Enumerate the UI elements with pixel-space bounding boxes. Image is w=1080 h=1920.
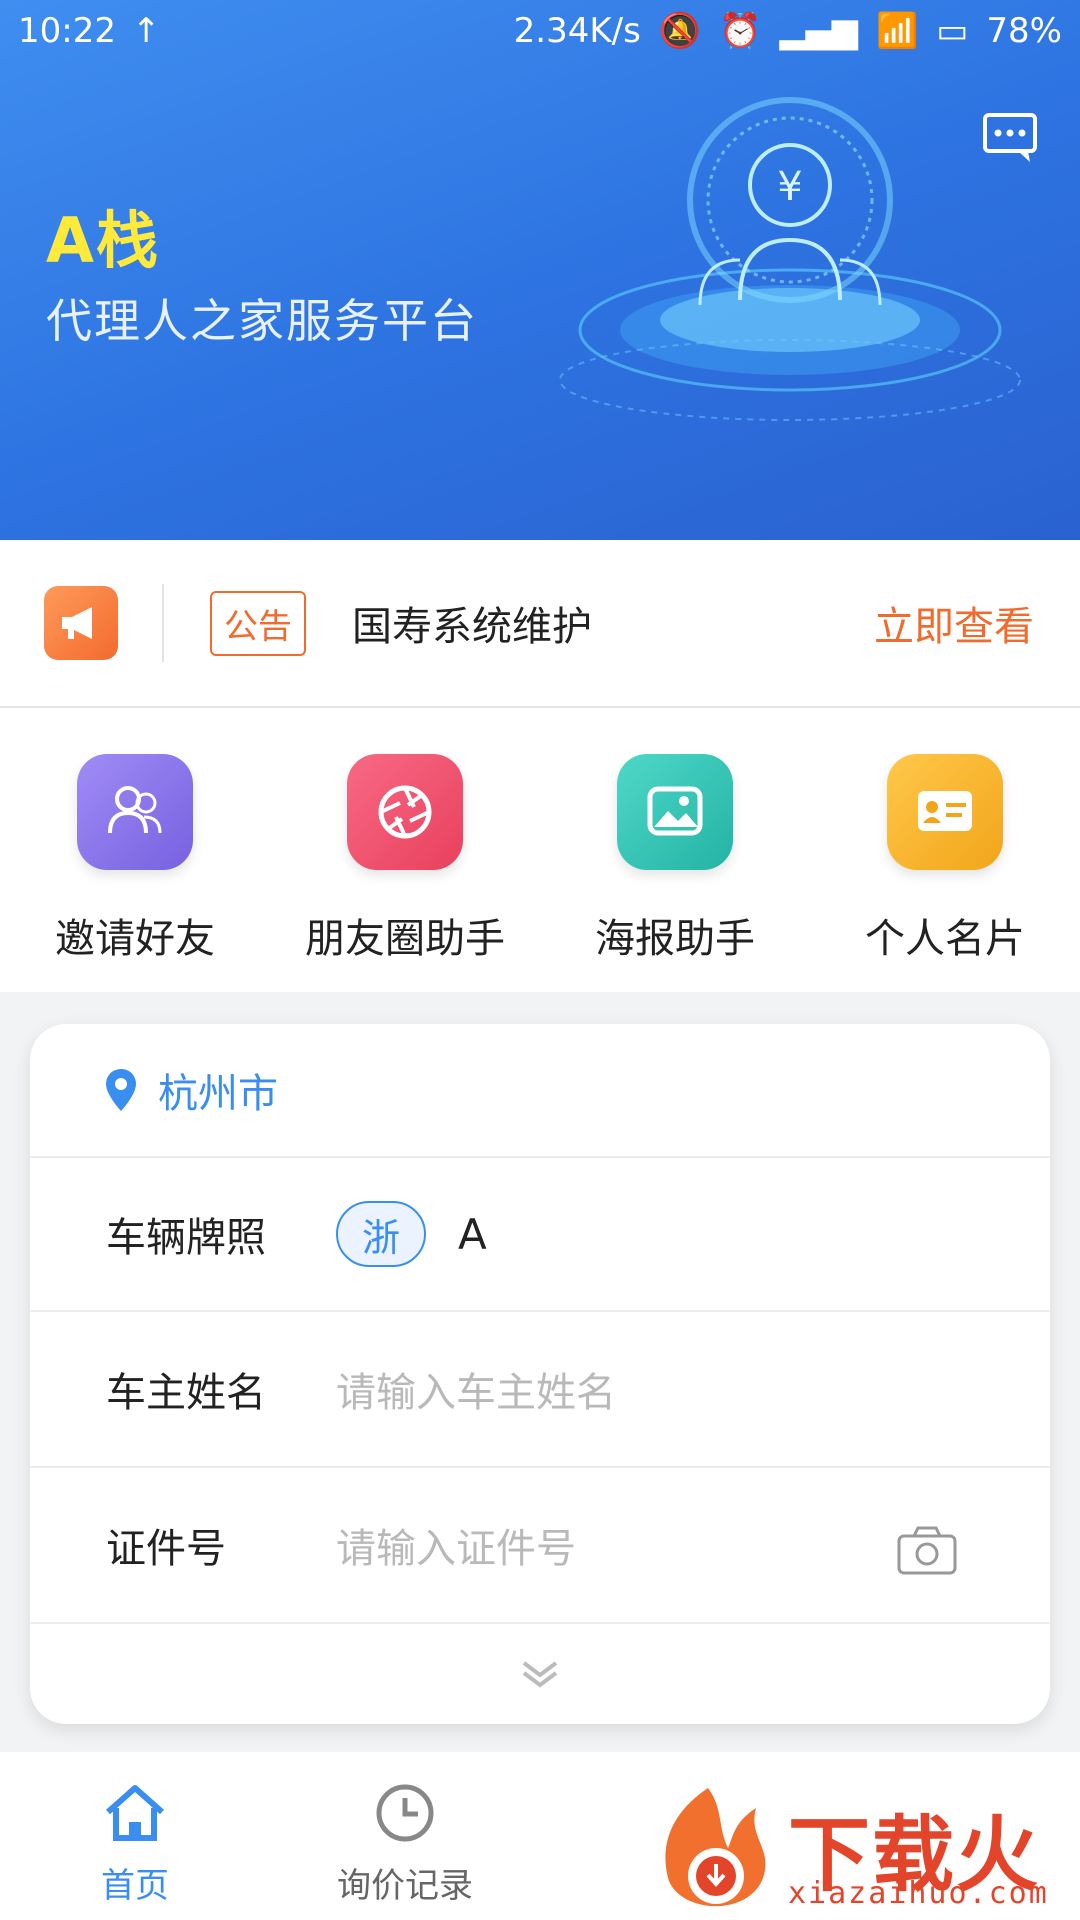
app-subtitle: 代理人之家服务平台	[46, 294, 478, 348]
owner-name-input[interactable]: 请输入车主姓名	[336, 1360, 616, 1418]
clock-icon	[376, 1784, 434, 1842]
quick-action-invite-friends[interactable]: 邀请好友	[0, 708, 270, 992]
coin-platform-illustration: ¥	[559, 97, 1021, 421]
quick-action-label: 朋友圈助手	[305, 916, 505, 962]
location-pin-icon	[106, 1069, 136, 1111]
tab-quote-history-label: 询价记录	[337, 1866, 473, 1906]
quick-action-label: 个人名片	[865, 916, 1025, 962]
quick-actions: 邀请好友 朋友圈助手 海报助手 个人名片	[0, 708, 1080, 992]
expand-button[interactable]	[30, 1624, 1050, 1724]
id-number-input[interactable]: 请输入证件号	[336, 1516, 576, 1574]
id-number-row: 证件号 请输入证件号	[30, 1468, 1050, 1624]
chevron-double-down-icon	[522, 1661, 558, 1688]
province-selector[interactable]: 浙	[336, 1201, 426, 1267]
app-title: A栈	[46, 204, 160, 277]
status-bar: 10:22 ↑ 2.34K/s 🔕 ⏰ ▂▄▆ 📶 ▭ 78%	[0, 0, 1080, 62]
alarm-icon: ⏰	[719, 11, 762, 51]
image-icon	[617, 754, 733, 870]
home-icon	[106, 1785, 164, 1841]
svg-text:¥: ¥	[777, 164, 802, 210]
view-now-link[interactable]: 立即查看	[874, 594, 1034, 652]
network-speed: 2.34K/s	[513, 11, 641, 51]
wifi-icon: 📶	[875, 11, 919, 51]
notice-bar: 公告 国寿系统维护 立即查看	[0, 540, 1080, 708]
quick-action-label: 海报助手	[595, 916, 755, 962]
quick-action-business-card[interactable]: 个人名片	[810, 708, 1080, 992]
quick-action-moments-helper[interactable]: 朋友圈助手	[270, 708, 540, 992]
quick-action-poster-helper[interactable]: 海报助手	[540, 708, 810, 992]
quote-form-card: 杭州市 车辆牌照 浙 A 车主姓名 请输入车主姓名 证件号 请输入证件号	[30, 1024, 1050, 1724]
message-icon[interactable]	[982, 112, 1038, 164]
business-card-icon	[887, 754, 1003, 870]
battery-level: 78%	[986, 11, 1062, 51]
battery-icon: ▭	[936, 11, 969, 51]
plate-row: 车辆牌照 浙 A	[30, 1158, 1050, 1312]
plate-input[interactable]: A	[458, 1210, 487, 1259]
mute-icon: 🔕	[658, 11, 702, 51]
quick-action-label: 邀请好友	[55, 916, 215, 962]
watermark-url: xiazaihuo.com	[788, 1876, 1049, 1911]
id-number-label: 证件号	[106, 1526, 226, 1572]
megaphone-icon	[44, 586, 118, 660]
status-time: 10:22	[18, 11, 116, 51]
owner-name-label: 车主姓名	[106, 1370, 266, 1416]
header-banner: 10:22 ↑ 2.34K/s 🔕 ⏰ ▂▄▆ 📶 ▭ 78% ¥ A栈 代理人…	[0, 0, 1080, 540]
upload-arrow-icon: ↑	[131, 11, 161, 51]
invite-friends-icon	[77, 754, 193, 870]
tab-home-label: 首页	[101, 1866, 169, 1906]
plate-label: 车辆牌照	[106, 1215, 266, 1261]
camera-icon[interactable]	[896, 1524, 958, 1576]
flame-logo-icon	[665, 1788, 766, 1907]
notice-text[interactable]: 国寿系统维护	[352, 594, 592, 652]
tab-quote-history[interactable]: 询价记录	[270, 1752, 540, 1920]
owner-name-row: 车主姓名 请输入车主姓名	[30, 1312, 1050, 1468]
signal-icon: ▂▄▆	[779, 11, 858, 51]
watermark-logo: 下载火 xiazaihuo.com	[638, 1778, 1080, 1920]
city-selector[interactable]: 杭州市	[30, 1024, 1050, 1158]
tab-home[interactable]: 首页	[0, 1752, 270, 1920]
city-name: 杭州市	[158, 1071, 278, 1117]
shutter-icon	[347, 754, 463, 870]
notice-tag: 公告	[210, 590, 306, 656]
divider	[162, 584, 164, 662]
